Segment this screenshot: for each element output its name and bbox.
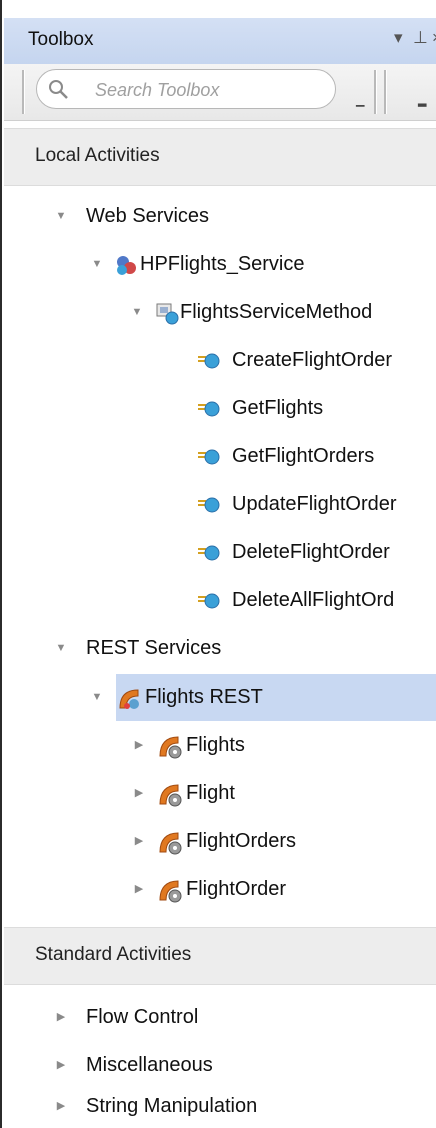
expand-arrow-icon[interactable]: ▶: [54, 997, 68, 1037]
tree-node-web-services[interactable]: ▼ Web Services: [2, 196, 436, 236]
node-label: Flights: [186, 734, 245, 756]
pin-icon[interactable]: ⊥: [413, 26, 428, 50]
web-method-icon: [198, 497, 220, 513]
node-label: DeleteFlightOrder: [232, 541, 390, 563]
section-label: Local Activities: [35, 145, 160, 166]
node-label: GetFlights: [232, 397, 324, 419]
web-method-icon: [198, 353, 220, 369]
node-label: UpdateFlightOrder: [232, 493, 397, 515]
rest-resource-icon: [159, 736, 182, 759]
tree-node-method[interactable]: DeleteAllFlightOrd: [2, 580, 436, 620]
tree-node-method[interactable]: UpdateFlightOrder: [2, 484, 436, 524]
node-label: FlightOrders: [186, 830, 297, 852]
tree-node-rest-resource[interactable]: ▶ FlightOrder: [2, 869, 436, 909]
expand-arrow-icon[interactable]: ▶: [132, 821, 146, 861]
tree-node-miscellaneous[interactable]: ▶ Miscellaneous: [2, 1045, 436, 1085]
collapse-arrow-icon[interactable]: ▼: [90, 677, 104, 717]
node-label: FlightsServiceMethod: [180, 301, 373, 323]
web-method-icon: [198, 401, 220, 417]
rest-resource-icon: [159, 832, 182, 855]
node-label: Flow Control: [86, 1006, 199, 1028]
collapse-arrow-icon[interactable]: ▼: [54, 628, 68, 668]
web-service-icon: [117, 256, 136, 275]
tree-node-rest-resource[interactable]: ▶ Flights: [2, 725, 436, 765]
search-options-chevron-icon[interactable]: ▁: [356, 94, 364, 107]
tree-node-flow-control[interactable]: ▶ Flow Control: [2, 997, 436, 1037]
toolbox-title-bar: Toolbox ▾ ⊥ ×: [4, 18, 436, 65]
node-label: Flights REST: [145, 686, 263, 708]
expand-arrow-icon[interactable]: ▶: [54, 1086, 68, 1126]
node-label: Miscellaneous: [86, 1054, 213, 1076]
section-label: Standard Activities: [35, 944, 192, 965]
web-method-icon: [198, 593, 220, 609]
tree-node-method[interactable]: CreateFlightOrder: [2, 340, 436, 380]
search-icon: [49, 80, 68, 99]
node-label: CreateFlightOrder: [232, 349, 393, 371]
expand-arrow-icon[interactable]: ▶: [54, 1045, 68, 1085]
web-method-icon: [198, 545, 220, 561]
tree-node-hpflights-service[interactable]: ▼ HPFlights_Service: [2, 244, 436, 284]
tree-node-method[interactable]: GetFlightOrders: [2, 436, 436, 476]
search-box[interactable]: [36, 69, 336, 109]
toolbar-dropdown-icon[interactable]: ▂: [418, 94, 426, 107]
node-label: FlightOrder: [186, 878, 287, 900]
node-label: GetFlightOrders: [232, 445, 375, 467]
tree-node-flights-rest[interactable]: ▼ Flights REST: [2, 677, 436, 717]
search-input[interactable]: [93, 74, 327, 106]
expand-arrow-icon[interactable]: ▶: [132, 773, 146, 813]
toolbar-separator: [22, 70, 25, 114]
node-label: DeleteAllFlightOrd: [232, 589, 395, 611]
toolbox-toolbar: ▁ ▂: [4, 64, 436, 121]
web-method-icon: [198, 449, 220, 465]
section-standard-activities[interactable]: Standard Activities: [4, 927, 436, 985]
node-label: REST Services: [86, 637, 222, 659]
rest-resource-icon: [159, 784, 182, 807]
expand-arrow-icon[interactable]: ▶: [132, 725, 146, 765]
rest-resource-icon: [159, 880, 182, 903]
panel-dropdown-icon[interactable]: ▾: [394, 26, 403, 50]
tree-node-rest-resource[interactable]: ▶ FlightOrders: [2, 821, 436, 861]
collapse-arrow-icon[interactable]: ▼: [90, 244, 104, 284]
collapse-arrow-icon[interactable]: ▼: [54, 196, 68, 236]
toolbar-separator: [384, 70, 387, 114]
section-local-activities[interactable]: Local Activities: [4, 128, 436, 186]
collapse-arrow-icon[interactable]: ▼: [130, 292, 144, 332]
node-label: String Manipulation: [86, 1095, 258, 1117]
node-label: Web Services: [86, 205, 210, 227]
service-method-icon: [156, 303, 179, 325]
tree-node-method[interactable]: DeleteFlightOrder: [2, 532, 436, 572]
tree-node-rest-resource[interactable]: ▶ Flight: [2, 773, 436, 813]
node-label: Flight: [186, 782, 235, 804]
node-label: HPFlights_Service: [140, 253, 305, 275]
toolbox-panel: Toolbox ▾ ⊥ × ▁ ▂ Local Activities ▼ Web…: [0, 0, 436, 1128]
toolbar-separator: [374, 70, 377, 114]
close-icon[interactable]: ×: [432, 26, 436, 50]
tree-node-flights-service-method[interactable]: ▼ FlightsServiceMethod: [2, 292, 436, 332]
panel-title: Toolbox: [28, 29, 94, 50]
tree-node-rest-services[interactable]: ▼ REST Services: [2, 628, 436, 668]
rest-service-icon: [119, 689, 139, 709]
tree-node-method[interactable]: GetFlights: [2, 388, 436, 428]
tree-node-string-manipulation[interactable]: ▶ String Manipulation: [2, 1086, 436, 1126]
expand-arrow-icon[interactable]: ▶: [132, 869, 146, 909]
